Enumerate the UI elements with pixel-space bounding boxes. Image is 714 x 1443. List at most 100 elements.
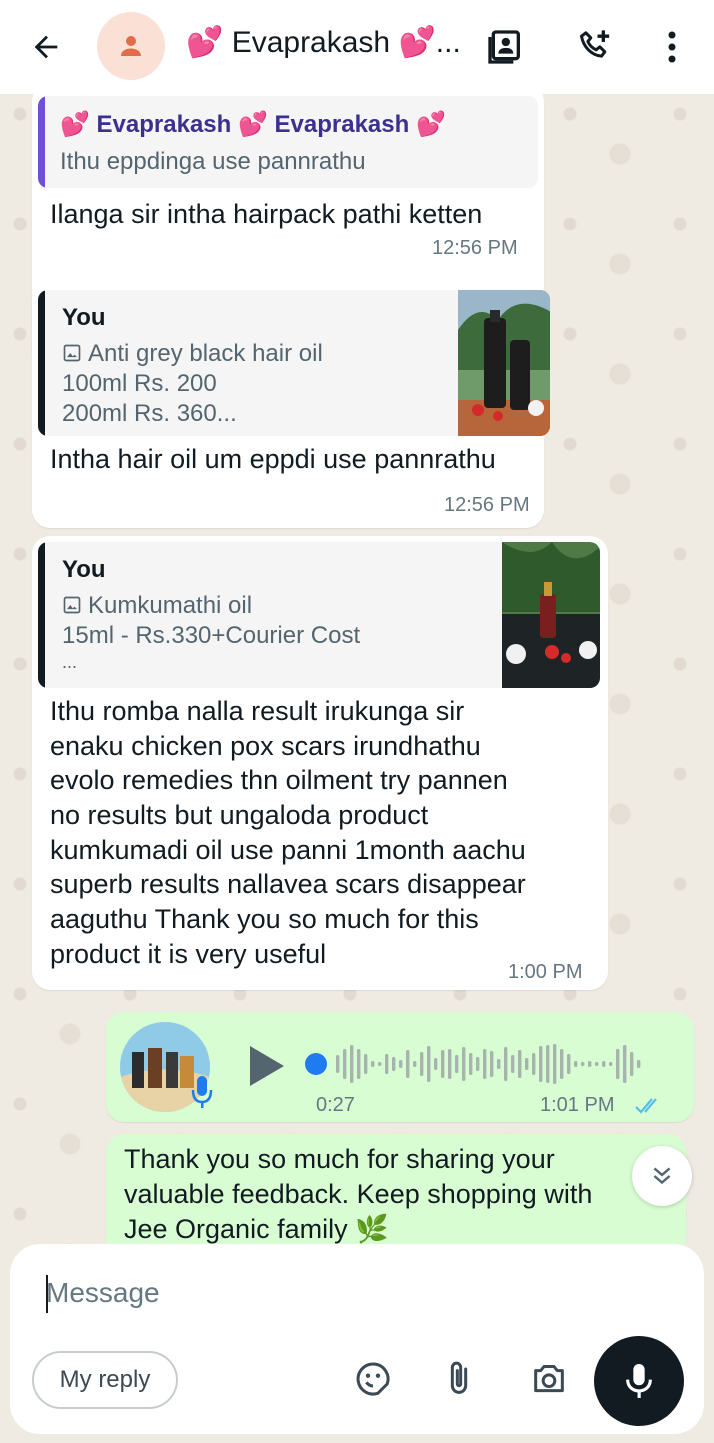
waveform-bar [399, 1060, 403, 1068]
waveform-bar [385, 1054, 389, 1074]
message-time: 1:01 PM [540, 1094, 615, 1116]
waveform-bar [350, 1045, 354, 1083]
quote-author: 💕 Evaprakash 💕 Evaprakash 💕 [60, 111, 446, 138]
contact-card-icon [488, 30, 520, 64]
kumkumadi-oil-thumbnail-image [502, 542, 600, 688]
message-text-line: Ithu romba nalla result irukunga sir [50, 696, 465, 726]
waveform-bar [525, 1058, 529, 1070]
waveform-bar [336, 1055, 340, 1073]
chat-header: 💕 Evaprakash 💕... [0, 0, 714, 94]
waveform-bar [378, 1062, 382, 1066]
quote-text: 200ml Rs. 360... [62, 400, 237, 427]
waveform-bar [546, 1045, 550, 1083]
message-time: 12:56 PM [432, 237, 518, 259]
waveform-bar [581, 1062, 585, 1066]
message-text-line: no results but ungaloda product [50, 800, 429, 830]
waveform-bar [623, 1045, 627, 1083]
waveform-bar [448, 1049, 452, 1079]
waveform-bar [539, 1046, 543, 1082]
quote-text: 100ml Rs. 200 [62, 370, 217, 397]
message-time: 12:56 PM [444, 494, 530, 516]
message-text-line: kumkumadi oil use panni 1month aachu [50, 835, 526, 865]
waveform-bar [469, 1053, 473, 1075]
my-reply-button[interactable]: My reply [32, 1351, 178, 1409]
waveform-bar [357, 1049, 361, 1079]
waveform-bar [413, 1061, 417, 1067]
play-icon[interactable] [246, 1044, 286, 1088]
quote-line: Anti grey black hair oil [62, 340, 323, 368]
camera-icon [534, 1365, 564, 1393]
waveform-bar [637, 1060, 641, 1068]
waveform-bar [427, 1046, 431, 1082]
more-options-button[interactable] [647, 22, 697, 72]
contact-avatar[interactable] [97, 12, 165, 80]
waveform-bar [553, 1044, 557, 1084]
waveform-bar [511, 1055, 515, 1073]
message-list[interactable]: 💕 Evaprakash 💕 Evaprakash 💕 Ithu eppding… [0, 94, 714, 1244]
mic-badge-icon [191, 1076, 213, 1108]
quote-thumbnail [458, 290, 550, 436]
double-chevron-down-icon [653, 1167, 671, 1185]
add-call-button[interactable] [570, 22, 620, 72]
waveform-bar [518, 1050, 522, 1078]
waveform-bar [497, 1059, 501, 1069]
image-icon [63, 596, 81, 614]
message-text-line: Thank you so much for sharing your [124, 1144, 555, 1174]
waveform-bar [420, 1052, 424, 1076]
incoming-message[interactable]: You Kumkumathi oil 15ml - Rs.330+Courier… [32, 536, 608, 990]
waveform-bar [504, 1047, 508, 1081]
hair-oil-thumbnail-image [458, 290, 550, 436]
quoted-message[interactable]: You Kumkumathi oil 15ml - Rs.330+Courier… [38, 542, 600, 688]
outgoing-voice-message[interactable]: 0:27 1:01 PM [106, 1012, 694, 1122]
waveform-bar [532, 1053, 536, 1075]
waveform-bar [574, 1061, 578, 1067]
message-time: 1:00 PM [508, 961, 583, 983]
message-text-line: product it is very useful [50, 939, 327, 969]
waveform-bar [406, 1050, 410, 1078]
quote-text: ... [62, 652, 78, 672]
waveform-bar [630, 1052, 634, 1076]
message-text: Ilanga sir intha hairpack pathi ketten [50, 199, 483, 229]
waveform-bar [476, 1057, 480, 1071]
playback-position-dot[interactable] [305, 1053, 327, 1075]
waveform-bar [434, 1058, 438, 1070]
image-icon [63, 344, 81, 362]
waveform-bar [567, 1054, 571, 1074]
waveform-bar [343, 1049, 347, 1079]
camera-button[interactable] [524, 1354, 574, 1404]
quote-text: Ithu eppdinga use pannrathu [60, 148, 366, 175]
chat-title[interactable]: 💕 Evaprakash 💕... [186, 25, 466, 60]
waveform-bar [441, 1050, 445, 1078]
waveform-bar [364, 1054, 368, 1074]
outgoing-message[interactable]: Thank you so much for sharing your valua… [106, 1134, 686, 1244]
waveform-bar [595, 1062, 599, 1066]
back-arrow-icon [34, 35, 58, 59]
quote-text: Anti grey black hair oil [88, 340, 323, 367]
voice-waveform[interactable] [302, 1040, 662, 1088]
sticker-button[interactable] [348, 1354, 398, 1404]
quote-text: 15ml - Rs.330+Courier Cost [62, 622, 361, 649]
contact-card-button[interactable] [480, 22, 530, 72]
quoted-message[interactable]: 💕 Evaprakash 💕 Evaprakash 💕 Ithu eppding… [38, 96, 538, 188]
waveform-bar [560, 1049, 564, 1079]
quoted-message[interactable]: You Anti grey black hair oil 100ml Rs. 2… [38, 290, 550, 436]
waveform-bar [609, 1062, 613, 1066]
quote-thumbnail [502, 542, 600, 688]
incoming-message[interactable]: You Anti grey black hair oil 100ml Rs. 2… [32, 284, 550, 528]
waveform-bar [462, 1047, 466, 1081]
back-button[interactable] [22, 25, 70, 69]
waveform-bar [602, 1061, 606, 1067]
scroll-to-bottom-button[interactable] [632, 1146, 692, 1206]
microphone-icon [626, 1364, 652, 1398]
attach-button[interactable] [434, 1354, 484, 1404]
waveform-bar [616, 1049, 620, 1079]
message-input[interactable] [46, 1268, 546, 1318]
more-vert-icon [668, 31, 676, 63]
quote-text: Kumkumathi oil [88, 592, 253, 619]
message-text: Intha hair oil um eppdi use pannrathu [50, 444, 496, 474]
voice-duration: 0:27 [316, 1094, 355, 1116]
paperclip-icon [450, 1361, 468, 1394]
add-call-icon [580, 30, 610, 58]
voice-record-button[interactable] [594, 1336, 684, 1426]
message-composer: My reply [10, 1244, 704, 1434]
